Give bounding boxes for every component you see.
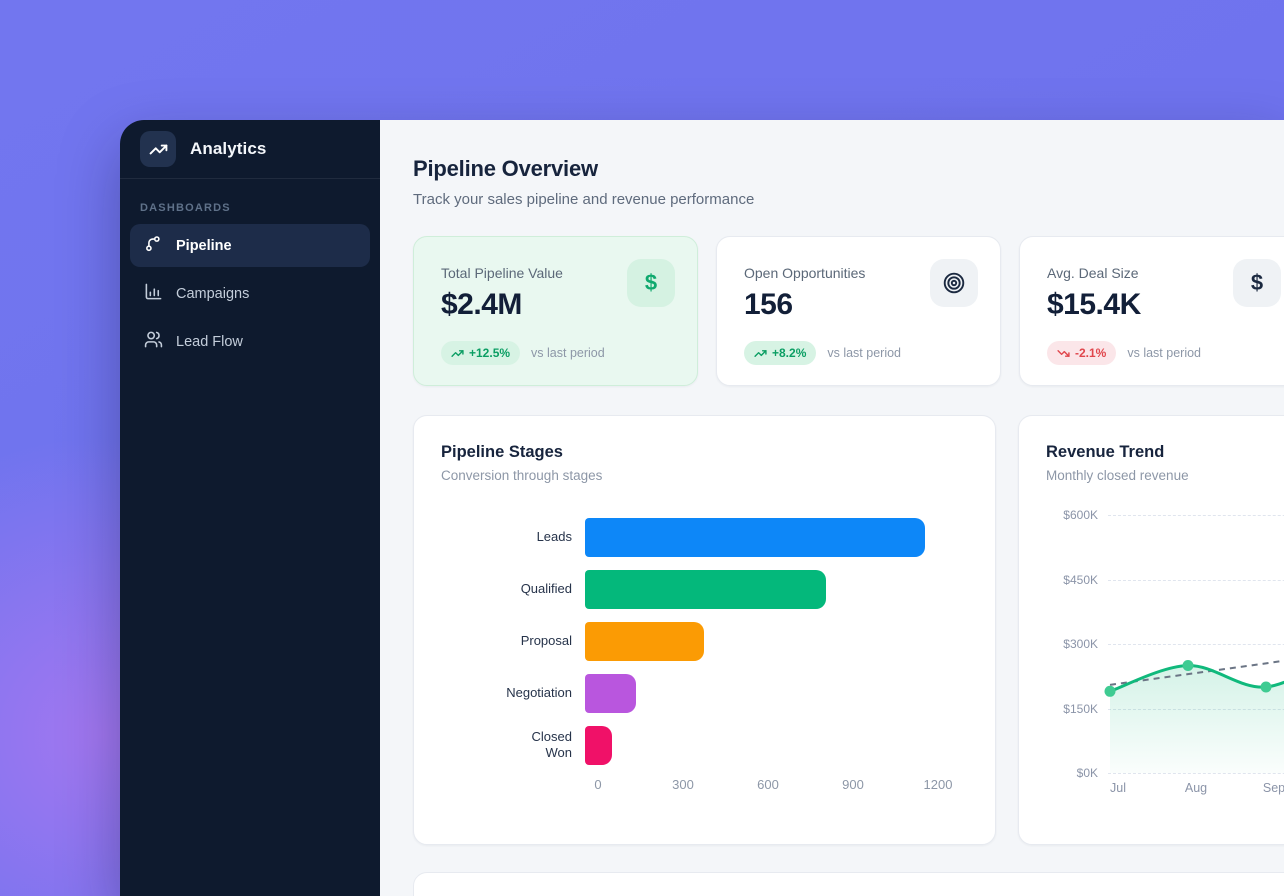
x-tick-label: Jul [1110, 781, 1126, 795]
main-content: Pipeline Overview Track your sales pipel… [380, 120, 1284, 896]
revenue-area-fill [1110, 650, 1284, 773]
target-icon [930, 259, 978, 307]
bar-row: Proposal [441, 621, 968, 661]
panel-title: Revenue Trend [1046, 443, 1284, 462]
bar [585, 622, 704, 661]
logo-row: Analytics [120, 120, 380, 179]
y-tick-label: $300K [1046, 637, 1098, 651]
stat-card-avg-deal-size: Avg. Deal Size $15.4K $ -2.1% vs last pe… [1019, 236, 1284, 386]
data-point-dot [1105, 686, 1116, 697]
sidebar-item-label: Lead Flow [176, 334, 243, 350]
change-badge: -2.1% [1047, 341, 1116, 365]
panel-title: Pipeline Stages [441, 443, 968, 462]
change-badge: +8.2% [744, 341, 816, 365]
app-window: Analytics DASHBOARDS Pipeline Campaigns … [120, 120, 1284, 896]
sidebar: Analytics DASHBOARDS Pipeline Campaigns … [120, 120, 380, 896]
page-subtitle: Track your sales pipeline and revenue pe… [413, 191, 1284, 208]
stages-bars: Leads Qualified Proposal Negotiation Closed … [441, 517, 968, 765]
bar-category-label: Negotiation [441, 685, 585, 701]
revenue-trend-panel: Revenue Trend Monthly closed revenue $60… [1018, 415, 1284, 845]
stat-card-open-opportunities: Open Opportunities 156 +8.2% vs last per… [716, 236, 1001, 386]
data-point-dot [1261, 682, 1272, 693]
x-tick-label: Sep [1263, 781, 1284, 795]
stat-card-total-pipeline-value: Total Pipeline Value $2.4M $ +12.5% vs l… [413, 236, 698, 386]
bar-row: Closed Won [441, 725, 968, 765]
trending-up-icon [451, 347, 464, 360]
dollar-icon: $ [627, 259, 675, 307]
change-badge: +12.5% [441, 341, 520, 365]
pipeline-stages-panel: Pipeline Stages Conversion through stage… [413, 415, 996, 845]
x-tick-label: 300 [672, 777, 694, 792]
sidebar-item-label: Campaigns [176, 286, 249, 302]
app-name: Analytics [190, 139, 267, 159]
charts-row: Pipeline Stages Conversion through stage… [413, 415, 1284, 845]
bottom-card-partial [413, 872, 1284, 896]
stats-row: Total Pipeline Value $2.4M $ +12.5% vs l… [413, 236, 1284, 386]
users-icon [144, 330, 163, 353]
compare-label: vs last period [827, 346, 901, 360]
compare-label: vs last period [531, 346, 605, 360]
y-tick-label: $450K [1046, 573, 1098, 587]
sidebar-item-lead-flow[interactable]: Lead Flow [130, 320, 370, 363]
revenue-plot: $600K$450K$300K$150K$0KJulAugSep [1046, 515, 1284, 773]
panel-subtitle: Conversion through stages [441, 468, 968, 483]
x-tick-label: 900 [842, 777, 864, 792]
bar-row: Qualified [441, 569, 968, 609]
bar-row: Negotiation [441, 673, 968, 713]
compare-label: vs last period [1127, 346, 1201, 360]
y-tick-label: $0K [1046, 766, 1098, 780]
stages-x-axis: 03006009001200 [598, 777, 938, 795]
trending-up-icon [754, 347, 767, 360]
bar-category-label: Leads [441, 529, 585, 545]
y-tick-label: $600K [1046, 508, 1098, 522]
x-tick-label: 600 [757, 777, 779, 792]
bar [585, 674, 636, 713]
bar-category-label: Closed Won [441, 729, 585, 760]
sidebar-item-campaigns[interactable]: Campaigns [130, 272, 370, 315]
trending-up-logo-icon [140, 131, 176, 167]
trending-down-icon [1057, 347, 1070, 360]
x-tick-label: 0 [594, 777, 601, 792]
x-tick-label: Aug [1185, 781, 1207, 795]
x-tick-label: 1200 [924, 777, 953, 792]
bar-row: Leads [441, 517, 968, 557]
bar-chart-icon [144, 282, 163, 305]
revenue-line-chart [1108, 515, 1284, 779]
sidebar-item-label: Pipeline [176, 238, 232, 254]
bar-category-label: Proposal [441, 633, 585, 649]
sidebar-item-pipeline[interactable]: Pipeline [130, 224, 370, 267]
data-point-dot [1183, 660, 1194, 671]
page-title: Pipeline Overview [413, 156, 1284, 182]
panel-subtitle: Monthly closed revenue [1046, 468, 1284, 483]
bar [585, 518, 925, 557]
sidebar-section-label: DASHBOARDS [140, 202, 360, 214]
route-icon [144, 234, 163, 257]
dollar-icon: $ [1233, 259, 1281, 307]
bar [585, 570, 826, 609]
bar-category-label: Qualified [441, 581, 585, 597]
bar [585, 726, 612, 765]
y-tick-label: $150K [1046, 702, 1098, 716]
